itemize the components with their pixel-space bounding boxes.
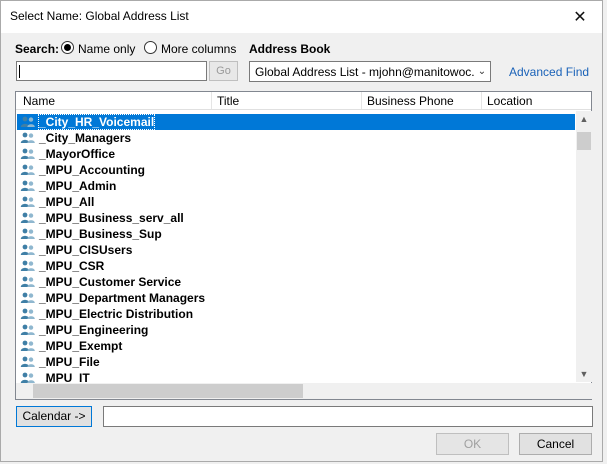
list-item-name: _MPU_Engineering <box>39 323 149 337</box>
group-icon <box>20 324 36 336</box>
scroll-up-icon[interactable]: ▲ <box>576 111 592 127</box>
recipient-field[interactable] <box>103 406 593 427</box>
text-caret <box>19 65 20 78</box>
list-item[interactable]: _MPU_Electric Distribution <box>17 306 575 322</box>
list-item-name: _MPU_Exempt <box>39 339 123 353</box>
search-input[interactable] <box>16 61 207 81</box>
group-icon <box>20 180 36 192</box>
column-divider[interactable] <box>361 92 362 109</box>
list-item-name: _City_HR_Voicemail <box>37 114 156 130</box>
group-icon <box>20 116 36 128</box>
list-item[interactable]: _MPU_Admin <box>17 178 575 194</box>
list-item-name: _MPU_Admin <box>39 179 117 193</box>
list-item[interactable]: _MPU_Engineering <box>17 322 575 338</box>
calendar-button[interactable]: Calendar -> <box>16 406 92 427</box>
column-header-title[interactable]: Title <box>217 94 239 108</box>
group-icon <box>20 196 36 208</box>
group-icon <box>20 212 36 224</box>
horizontal-scrollbar[interactable] <box>16 383 576 399</box>
list-item-name: _MPU_Department Managers <box>39 291 206 305</box>
scrollbar-corner <box>576 383 592 399</box>
group-icon <box>20 308 36 320</box>
list-item[interactable]: _MPU_File <box>17 354 575 370</box>
more-columns-radio[interactable] <box>144 41 157 54</box>
group-icon <box>20 340 36 352</box>
group-icon <box>20 148 36 160</box>
advanced-find-link[interactable]: Advanced Find <box>509 65 589 79</box>
list-item[interactable]: _MPU_CSR <box>17 258 575 274</box>
list-item-name: _MPU_Business_Sup <box>39 227 162 241</box>
vertical-scroll-thumb[interactable] <box>577 132 591 150</box>
list-item[interactable]: _City_Managers <box>17 130 575 146</box>
title-bar: Select Name: Global Address List ✕ <box>1 1 602 33</box>
cancel-button[interactable]: Cancel <box>519 433 592 455</box>
list-item-name: _MPU_CSR <box>39 259 105 273</box>
list-item-name: _MPU_Accounting <box>39 163 146 177</box>
scroll-down-icon[interactable]: ▼ <box>576 366 592 382</box>
list-item[interactable]: _MPU_Exempt <box>17 338 575 354</box>
window-title: Select Name: Global Address List <box>10 9 189 23</box>
list-item[interactable]: _MPU_Department Managers <box>17 290 575 306</box>
chevron-down-icon[interactable]: ⌄ <box>474 62 490 81</box>
list-item-name: _MayorOffice <box>39 147 116 161</box>
list-item[interactable]: _MPU_Business_serv_all <box>17 210 575 226</box>
search-label: Search: <box>15 42 60 56</box>
list-item-name: _MPU_Customer Service <box>39 275 182 289</box>
list-item-name: _MPU_File <box>39 355 100 369</box>
list-rows: _City_HR_Voicemail _City_Managers _MayorOf… <box>17 114 575 386</box>
list-item-name: _City_Managers <box>39 131 132 145</box>
group-icon <box>20 244 36 256</box>
list-item[interactable]: _MPU_All <box>17 194 575 210</box>
list-item[interactable]: _MPU_Business_Sup <box>17 226 575 242</box>
more-columns-label[interactable]: More columns <box>161 42 236 56</box>
horizontal-scroll-thumb[interactable] <box>33 384 303 398</box>
list-item[interactable]: _MPU_Accounting <box>17 162 575 178</box>
list-item[interactable]: _MPU_CISUsers <box>17 242 575 258</box>
select-name-dialog: Select Name: Global Address List ✕ Searc… <box>0 0 603 462</box>
group-icon <box>20 132 36 144</box>
close-icon[interactable]: ✕ <box>558 1 602 33</box>
list-item-name: _MPU_Business_serv_all <box>39 211 184 225</box>
column-divider[interactable] <box>481 92 482 109</box>
group-icon <box>20 356 36 368</box>
group-icon <box>20 292 36 304</box>
list-header: Name Title Business Phone Location <box>16 92 591 110</box>
address-book-value: Global Address List - mjohn@manitowoc.o <box>255 65 482 79</box>
group-icon <box>20 260 36 272</box>
vertical-scrollbar[interactable]: ▲ ▼ <box>576 111 592 382</box>
ok-button[interactable]: OK <box>436 433 509 455</box>
column-header-location[interactable]: Location <box>487 94 532 108</box>
name-only-label[interactable]: Name only <box>78 42 135 56</box>
list-item[interactable]: _MayorOffice <box>17 146 575 162</box>
list-item-name: _MPU_Electric Distribution <box>39 307 194 321</box>
group-icon <box>20 164 36 176</box>
column-divider[interactable] <box>211 92 212 109</box>
name-only-radio[interactable] <box>61 41 74 54</box>
group-icon <box>20 228 36 240</box>
column-header-business-phone[interactable]: Business Phone <box>367 94 454 108</box>
group-icon <box>20 276 36 288</box>
address-book-select[interactable]: Global Address List - mjohn@manitowoc.o … <box>249 61 491 82</box>
list-item[interactable]: _City_HR_Voicemail <box>17 114 575 130</box>
go-button[interactable]: Go <box>209 61 238 81</box>
list-item[interactable]: _MPU_Customer Service <box>17 274 575 290</box>
address-list[interactable]: Name Title Business Phone Location _City… <box>15 91 592 400</box>
list-item-name: _MPU_CISUsers <box>39 243 133 257</box>
column-header-name[interactable]: Name <box>23 94 55 108</box>
address-book-label: Address Book <box>249 42 331 56</box>
list-item-name: _MPU_All <box>39 195 95 209</box>
